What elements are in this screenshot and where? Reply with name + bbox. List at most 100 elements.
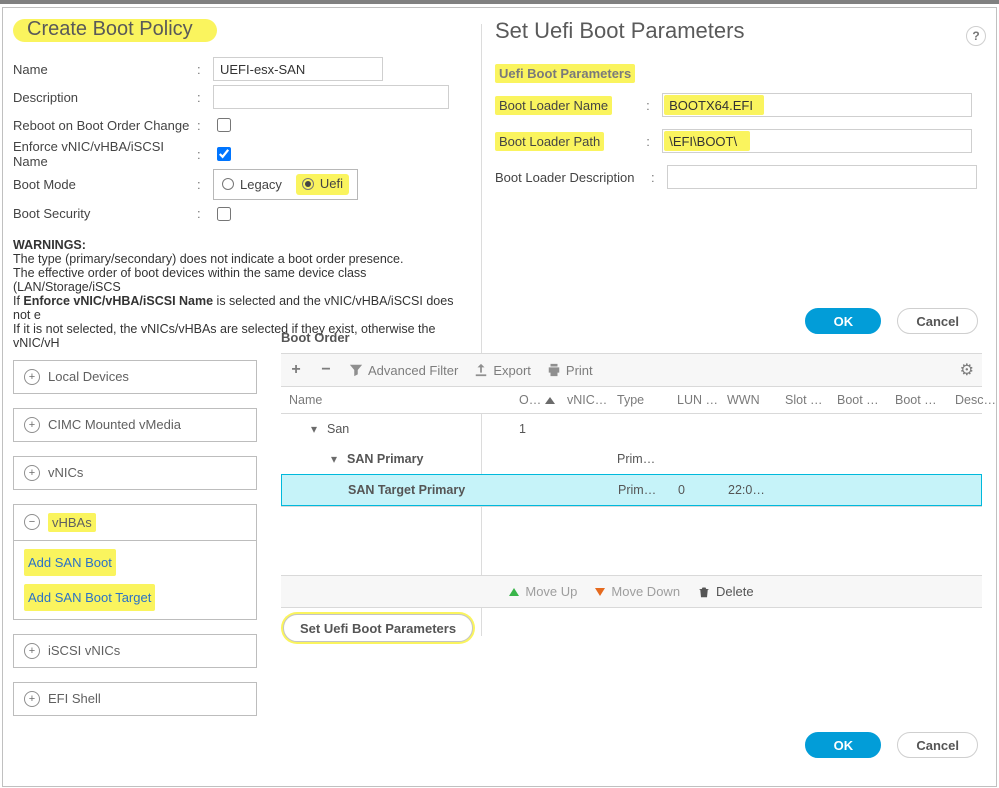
acc-efishell[interactable]: + EFI Shell — [13, 682, 257, 716]
ok-button-main[interactable]: OK — [805, 732, 881, 758]
acc-vhbas-head[interactable]: − vHBAs — [14, 505, 256, 540]
col-lun[interactable]: LUN … — [677, 393, 727, 407]
label-loader-path: Boot Loader Path — [499, 134, 600, 149]
highlight-add-san-boot: Add SAN Boot — [24, 549, 116, 576]
label-bootsecurity: Boot Security — [13, 206, 197, 221]
uefi-section-label: Uefi Boot Parameters — [499, 66, 631, 81]
label-bootmode: Boot Mode — [13, 177, 197, 192]
bootmode-legacy-radio[interactable]: Legacy — [222, 174, 282, 195]
table-header: Name O… vNIC… Type LUN … WWN Slot … Boot… — [281, 387, 982, 414]
acc-vhbas: − vHBAs Add SAN Boot Add SAN Boot Target — [13, 504, 257, 620]
acc-local-label: Local Devices — [48, 369, 129, 384]
plus-circle-icon: + — [24, 465, 40, 481]
cancel-button-main[interactable]: Cancel — [897, 732, 978, 758]
col-bootn[interactable]: Boot … — [837, 393, 895, 407]
description-input[interactable] — [213, 85, 449, 109]
table-row-san-primary[interactable]: ▾SAN Primary Prim… — [281, 444, 982, 474]
radio-dot-icon — [222, 178, 234, 190]
warnings-line-1: The type (primary/secondary) does not in… — [13, 252, 471, 266]
dialog-title-left: Create Boot Policy — [25, 14, 205, 45]
highlight-set-uefi: Set Uefi Boot Parameters — [281, 612, 475, 644]
loader-path-input[interactable] — [662, 129, 972, 153]
move-up-button[interactable]: Move Up — [509, 584, 577, 599]
bootsecurity-checkbox[interactable] — [217, 207, 231, 221]
row-loader-name: Boot Loader Name : — [495, 91, 982, 119]
bootmode-uefi-label: Uefi — [320, 176, 343, 191]
col-vnic[interactable]: vNIC… — [567, 393, 617, 407]
gear-icon[interactable]: ⚙ — [960, 360, 974, 380]
arrow-down-icon — [595, 588, 605, 596]
radio-dot-icon — [302, 178, 314, 190]
plus-circle-icon: + — [24, 417, 40, 433]
remove-icon[interactable]: − — [319, 361, 333, 379]
row-loader-desc: Boot Loader Description : — [495, 163, 982, 191]
export-button[interactable]: Export — [474, 363, 531, 378]
export-icon — [474, 363, 488, 377]
delete-button[interactable]: Delete — [698, 584, 754, 599]
set-uefi-button[interactable]: Set Uefi Boot Parameters — [283, 614, 473, 642]
highlight-uefi-section: Uefi Boot Parameters — [495, 64, 635, 83]
warnings-heading: WARNINGS: — [13, 238, 86, 252]
highlight-bootmode-uefi: Uefi — [296, 174, 349, 195]
col-order[interactable]: O… — [519, 393, 567, 407]
uefi-form: Uefi Boot Parameters Boot Loader Name : … — [495, 64, 982, 191]
acc-vnics[interactable]: + vNICs — [13, 456, 257, 490]
set-uefi-wrap: Set Uefi Boot Parameters — [281, 612, 475, 644]
row-bootmode: Boot Mode : Legacy Uefi — [13, 169, 471, 200]
boot-order-toolbar: + − Advanced Filter Export Print ⚙ — [281, 353, 982, 387]
arrow-up-icon — [509, 588, 519, 596]
add-icon[interactable]: + — [289, 361, 303, 379]
loader-name-input[interactable] — [662, 93, 972, 117]
row-name: Name : — [13, 55, 471, 83]
row-loader-path: Boot Loader Path : — [495, 127, 982, 155]
plus-circle-icon: + — [24, 369, 40, 385]
col-type[interactable]: Type — [617, 393, 677, 407]
col-bootp[interactable]: Boot … — [895, 393, 955, 407]
acc-cimc-label: CIMC Mounted vMedia — [48, 417, 181, 432]
table-row-san[interactable]: ▾San 1 — [281, 414, 982, 444]
table-row-san-target-primary[interactable]: SAN Target Primary Prim… 0 22:0… — [281, 474, 982, 506]
print-icon — [547, 363, 561, 377]
boot-order-table: Name O… vNIC… Type LUN … WWN Slot … Boot… — [281, 387, 982, 507]
print-button[interactable]: Print — [547, 363, 593, 378]
col-desc[interactable]: Desc… — [955, 393, 996, 407]
label-name: Name — [13, 62, 197, 77]
row-enforce: Enforce vNIC/vHBA/iSCSI Name : — [13, 139, 471, 169]
advanced-filter-button[interactable]: Advanced Filter — [349, 363, 458, 378]
bootmode-radio-group: Legacy Uefi — [213, 169, 358, 200]
acc-local-devices[interactable]: + Local Devices — [13, 360, 257, 394]
col-wwn[interactable]: WWN — [727, 393, 785, 407]
move-toolbar: Move Up Move Down Delete — [281, 575, 982, 608]
name-input[interactable] — [213, 57, 383, 81]
enforce-checkbox[interactable] — [217, 147, 231, 161]
caret-down-icon: ▾ — [327, 452, 341, 466]
highlight-loader-name-label: Boot Loader Name — [495, 96, 612, 115]
trash-icon — [698, 586, 710, 598]
acc-iscsi[interactable]: + iSCSI vNICs — [13, 634, 257, 668]
link-add-san-boot-target[interactable]: Add SAN Boot Target — [28, 586, 151, 609]
highlight-vhbas: vHBAs — [48, 513, 96, 532]
acc-vhbas-label: vHBAs — [52, 515, 92, 530]
col-name[interactable]: Name — [289, 393, 519, 407]
plus-circle-icon: + — [24, 643, 40, 659]
main-dialog-buttons: OK Cancel — [805, 732, 978, 758]
help-icon[interactable]: ? — [966, 26, 986, 46]
acc-cimc[interactable]: + CIMC Mounted vMedia — [13, 408, 257, 442]
row-reboot: Reboot on Boot Order Change : — [13, 111, 471, 139]
filter-icon — [349, 363, 363, 377]
link-add-san-boot[interactable]: Add SAN Boot — [28, 551, 112, 574]
col-slot[interactable]: Slot … — [785, 393, 837, 407]
reboot-checkbox[interactable] — [217, 118, 231, 132]
move-down-button[interactable]: Move Down — [595, 584, 680, 599]
window-top-border — [0, 0, 999, 4]
loader-desc-input[interactable] — [667, 165, 977, 189]
boot-order-title: Boot Order — [281, 330, 982, 345]
sort-asc-icon — [545, 397, 555, 404]
label-loader-name: Boot Loader Name — [499, 98, 608, 113]
acc-vnics-label: vNICs — [48, 465, 83, 480]
row-description: Description : — [13, 83, 471, 111]
acc-vhbas-body: Add SAN Boot Add SAN Boot Target — [14, 540, 256, 619]
warnings-line-2: The effective order of boot devices with… — [13, 266, 471, 294]
label-reboot: Reboot on Boot Order Change — [13, 118, 197, 133]
bootmode-uefi-radio[interactable]: Uefi — [302, 176, 343, 191]
